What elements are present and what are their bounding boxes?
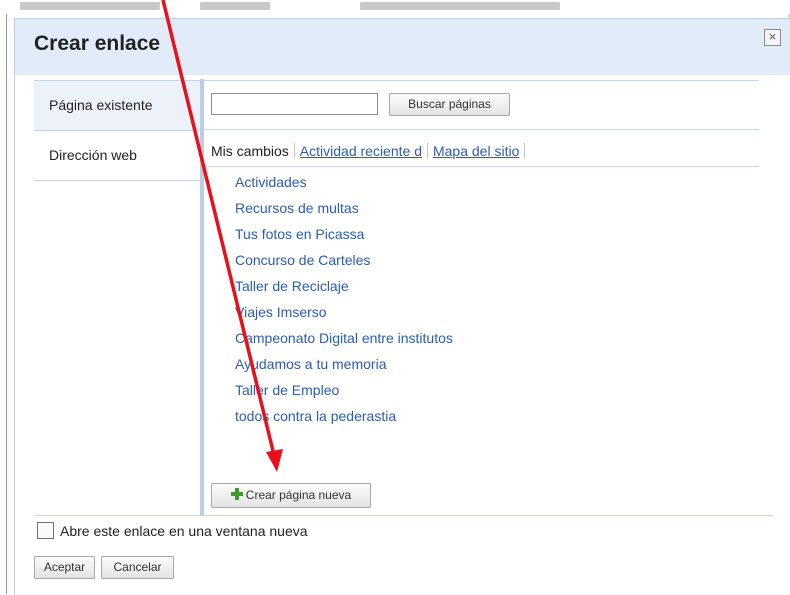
tab-my-changes[interactable]: Mis cambios <box>211 143 289 159</box>
tab-site-map[interactable]: Mapa del sitio <box>433 143 519 159</box>
background-page-strip <box>0 0 790 14</box>
dialog-title: Crear enlace <box>34 32 161 55</box>
page-list-item[interactable]: Tus fotos en Picassa <box>235 224 453 250</box>
divider <box>34 180 201 181</box>
page-list: Actividades Recursos de multas Tus fotos… <box>235 172 453 432</box>
divider <box>34 515 773 516</box>
background-text-blur <box>20 2 160 10</box>
page-search-input[interactable] <box>211 93 378 115</box>
open-new-window-checkbox[interactable] <box>37 522 54 539</box>
page-list-item[interactable]: Concurso de Carteles <box>235 250 453 276</box>
plus-icon <box>230 488 243 500</box>
divider <box>204 129 759 130</box>
page-tabs: Mis cambios Actividad reciente d Mapa del … <box>211 143 530 161</box>
tab-divider <box>524 143 526 158</box>
sidebar-item-web-address[interactable]: Dirección web <box>34 131 201 180</box>
page-list-item[interactable]: Viajes Imserso <box>235 302 453 328</box>
page-list-item[interactable]: Campeonato Digital entre institutos <box>235 328 453 354</box>
page-list-item[interactable]: todos contra la pederastia <box>235 406 453 432</box>
cancel-button[interactable]: Cancelar <box>101 556 174 579</box>
page-list-item[interactable]: Actividades <box>235 172 453 198</box>
page-list-item[interactable]: Taller de Reciclaje <box>235 276 453 302</box>
sidebar-item-existing-page[interactable]: Página existente <box>34 81 201 130</box>
dialog-title-bar: Crear enlace × <box>15 19 790 75</box>
create-link-dialog: Crear enlace × Página existente Direcció… <box>14 18 790 595</box>
open-new-window-label: Abre este enlace en una ventana nueva <box>60 523 308 539</box>
tab-recent-activity[interactable]: Actividad reciente d <box>300 143 422 159</box>
divider <box>204 80 759 81</box>
divider <box>204 166 759 167</box>
accept-button[interactable]: Aceptar <box>34 556 95 579</box>
page-list-item[interactable]: Ayudamos a tu memoria <box>235 354 453 380</box>
tab-divider <box>293 143 295 158</box>
page-list-item[interactable]: Recursos de multas <box>235 198 453 224</box>
page-list-item[interactable]: Taller de Empleo <box>235 380 453 406</box>
existing-page-panel: Buscar páginas Mis cambios Actividad reci… <box>204 80 790 516</box>
background-toolbar-blur <box>360 2 560 10</box>
create-new-page-label: Crear página nueva <box>245 488 352 502</box>
tab-divider <box>426 143 428 158</box>
create-new-page-button[interactable]: Crear página nueva <box>211 483 371 508</box>
close-icon[interactable]: × <box>764 29 781 46</box>
search-pages-button[interactable]: Buscar páginas <box>389 93 510 116</box>
link-type-sidebar: Página existente Dirección web <box>34 80 201 513</box>
background-edge <box>6 14 7 594</box>
background-text-blur <box>200 2 270 10</box>
